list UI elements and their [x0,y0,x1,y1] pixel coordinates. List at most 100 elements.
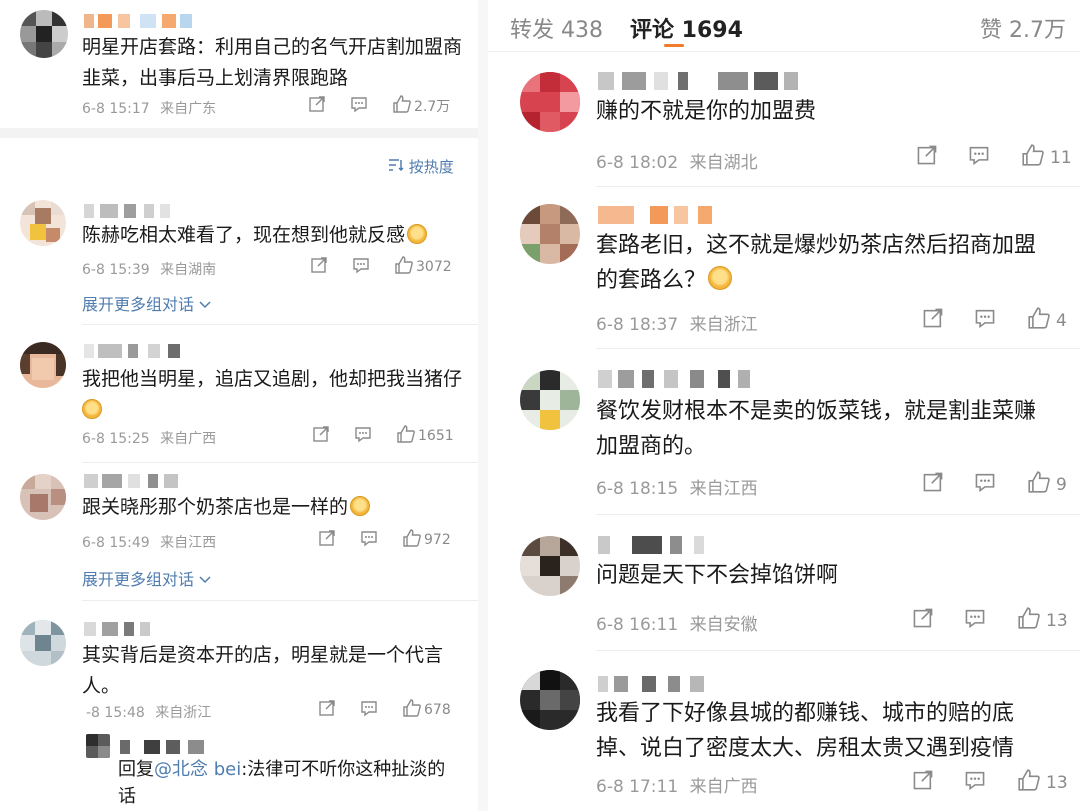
comment-time: 6-8 15:49 [82,535,150,551]
username-mosaic[interactable] [84,474,184,488]
like-icon[interactable] [402,529,422,551]
comment-icon[interactable] [360,699,378,721]
like-icon[interactable] [1026,471,1052,498]
repost-icon[interactable] [922,471,944,498]
comment-divider [596,514,1080,515]
repost-icon[interactable] [312,425,330,447]
like-icon[interactable] [394,256,414,278]
username-mosaic[interactable] [598,72,798,90]
like-icon[interactable] [402,699,422,721]
post-text: 明星开店套路：利用自己的名气开店割加盟商 韭菜，出事后马上划清界限跑路 [82,32,472,94]
username-mosaic[interactable] [84,344,184,358]
comment-actions: 9 [922,471,1067,498]
comment-source: 来自浙江 [155,705,212,721]
sort-by-hot-button[interactable]: 按热度 [388,156,454,177]
comment-icon[interactable] [974,307,996,334]
username-mosaic[interactable] [598,370,758,388]
comment-time: -8 15:48 [86,705,145,721]
repost-icon[interactable] [318,699,336,721]
avatar[interactable] [20,10,68,58]
reply-text: 回复@北念 bei:法律可不听你这种扯淡的 话 [118,756,468,810]
comment-icon[interactable] [350,95,368,117]
right-screenshot-panel: 转发 438 评论 1694 赞 2.7万 赚的不就是你的加盟费 6-8 18:… [488,0,1080,811]
avatar[interactable] [520,670,580,730]
comment-icon[interactable] [974,471,996,498]
repost-icon[interactable] [318,529,336,551]
comment-text: 其实背后是资本开的店，明星就是一个代言 人。 [82,640,467,702]
comment-icon[interactable] [964,769,986,796]
comment-text-content: 跟关晓彤那个奶茶店也是一样的 [82,496,349,518]
expand-conversations-link[interactable]: 展开更多组对话 [82,291,211,315]
avatar[interactable] [86,734,110,758]
like-icon[interactable] [1026,307,1052,334]
repost-icon[interactable] [310,256,328,278]
comment-time: 6-8 18:02 [596,153,679,173]
like-icon[interactable] [396,425,416,447]
reply-mention-link[interactable]: @北念 bei [154,759,241,780]
tab-comment[interactable]: 评论 1694 [630,12,743,44]
comment-time: 6-8 18:37 [596,315,679,335]
comment-time: 6-8 18:15 [596,479,679,499]
comment-icon[interactable] [352,256,370,278]
comment-icon[interactable] [354,425,372,447]
comment-actions: 13 [912,769,1068,796]
repost-icon[interactable] [922,307,944,334]
comment-source: 来自安徽 [689,615,758,635]
comment-text-line1: 其实背后是资本开的店，明星就是一个代言 [82,644,444,666]
username-mosaic[interactable] [598,536,708,554]
comment-source: 来自广西 [689,777,758,797]
comment-source: 来自浙江 [689,315,758,335]
crying-emoji-icon [82,399,102,419]
like-icon[interactable] [1020,144,1046,171]
expand-conversations-link[interactable]: 展开更多组对话 [82,566,211,590]
comment-text: 餐饮发财根本不是卖的饭菜钱，就是割韭菜赚 加盟商的。 [596,394,1071,464]
repost-icon[interactable] [912,769,934,796]
comment-likes: 11 [1050,147,1072,168]
like-icon[interactable] [392,95,412,117]
username-mosaic[interactable] [84,204,174,218]
comment-likes: 13 [1046,610,1068,631]
avatar[interactable] [520,72,580,132]
avatar[interactable] [520,536,580,596]
repost-icon[interactable] [916,144,938,171]
avatar[interactable] [20,474,66,520]
comment-icon[interactable] [968,144,990,171]
smirk-emoji-icon [708,266,733,290]
comment-divider [82,600,478,601]
repost-icon[interactable] [308,95,326,117]
comment-icon[interactable] [360,529,378,551]
comment-source: 来自湖南 [160,262,217,278]
username-mosaic[interactable] [120,740,210,754]
username-mosaic[interactable] [598,206,738,224]
avatar[interactable] [520,204,580,264]
avatar[interactable] [20,200,66,246]
comment-text-line2: 的套路么？ [596,268,707,293]
comment-text-line1: 我把他当明星，追店又追剧，他却把我当猪仔 [82,368,463,390]
username-mosaic[interactable] [84,14,194,28]
like-icon[interactable] [1016,769,1042,796]
comment-time: 6-8 15:39 [82,262,150,278]
expand-label: 展开更多组对话 [82,295,195,314]
username-mosaic[interactable] [84,622,154,636]
comment-time: 6-8 17:11 [596,777,679,797]
avatar[interactable] [520,370,580,430]
comment-actions: 11 [916,144,1072,171]
comment-source: 来自广西 [160,431,217,447]
tab-like[interactable]: 赞 2.7万 [980,12,1066,44]
comment-text: 套路老旧，这不就是爆炒奶茶店然后招商加盟 的套路么？ [596,228,1066,298]
avatar[interactable] [20,620,66,666]
comment-meta: 6-8 18:02 来自湖北 [596,148,758,173]
like-icon[interactable] [1016,607,1042,634]
comment-source: 来自湖北 [689,153,758,173]
comment-icon[interactable] [964,607,986,634]
username-mosaic[interactable] [598,676,708,692]
tab-repost[interactable]: 转发 438 [510,12,603,44]
repost-icon[interactable] [912,607,934,634]
sort-icon [388,158,404,176]
comment-text: 问题是天下不会掉馅饼啊 [596,558,1071,593]
avatar[interactable] [20,342,66,388]
section-divider [0,128,478,138]
comment-likes: 1651 [418,428,454,444]
comment-meta: 6-8 15:49 来自江西 [82,532,216,552]
panel-gap [478,0,488,811]
